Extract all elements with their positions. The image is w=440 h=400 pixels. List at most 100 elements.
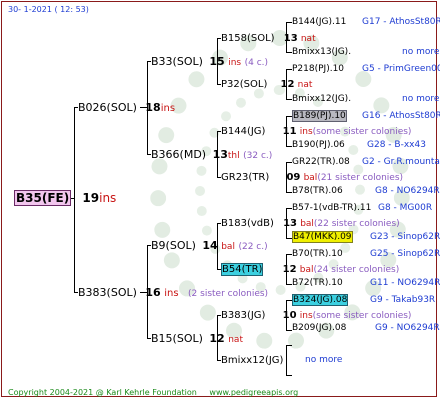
gen3-node[interactable]: Bmixx12(JG) bbox=[221, 354, 283, 367]
node-name[interactable]: B78(TR).06 bbox=[292, 186, 343, 196]
gen3-node[interactable]: P32(SOL) 12 nat bbox=[221, 78, 312, 92]
node-mark: bal bbox=[299, 265, 314, 275]
node-name[interactable]: B209(JG).08 bbox=[292, 323, 346, 333]
node-mark: ins bbox=[299, 127, 313, 137]
gen1-node[interactable]: B383(SOL) 16 ins (2 sister colonies) bbox=[78, 286, 268, 301]
node-name[interactable]: Bmixx12(JG). bbox=[292, 94, 351, 104]
end-note: no more bbox=[305, 355, 343, 365]
gen4-info[interactable]: G9 - NO6294R bbox=[375, 322, 440, 335]
node-name[interactable]: B54(TR) bbox=[221, 263, 264, 276]
gen3-node[interactable]: B144(JG) 11 ins(some sister colonies) bbox=[221, 125, 411, 139]
node-name[interactable]: Bmixx12(JG) bbox=[221, 355, 283, 366]
gen4-info[interactable]: G8 - NO6294R bbox=[375, 185, 440, 198]
node-gen: 13 bbox=[283, 218, 297, 229]
node-note: (4 c.) bbox=[244, 58, 269, 68]
node-name[interactable]: P218(PJ).10 bbox=[292, 64, 344, 74]
node-note: (24 sister colonies) bbox=[313, 265, 400, 275]
node-gen: 12 bbox=[282, 264, 297, 275]
node-name[interactable]: B57-1(vdB-TR).11 bbox=[292, 203, 371, 213]
node-gen: 12 bbox=[280, 79, 295, 90]
gen4-node[interactable]: P218(PJ).10 bbox=[292, 63, 344, 76]
gen4-info[interactable]: G9 - Takab93R bbox=[370, 294, 435, 307]
root-name[interactable]: B35(FE) bbox=[14, 190, 72, 206]
node-name[interactable]: B15(SOL) bbox=[151, 332, 203, 345]
gen4-node[interactable]: GR22(TR).08 bbox=[292, 156, 350, 169]
gen4-node[interactable]: B72(TR).10 bbox=[292, 277, 343, 290]
gen2-node[interactable]: B33(SOL) 15 ins (4 c.) bbox=[151, 55, 268, 70]
node-mark: nat bbox=[228, 335, 243, 345]
gen4-info[interactable]: G25 - Sinop62R bbox=[370, 248, 440, 261]
gen4-info: no more bbox=[402, 47, 440, 57]
gen3-node[interactable]: B158(SOL) 13 nat bbox=[221, 32, 316, 46]
node-name[interactable]: B190(PJ).06 bbox=[292, 140, 345, 150]
node-note: (32 c.) bbox=[243, 151, 273, 161]
footer-copyright: Copyright 2004-2021 @ Karl Kehrle Founda… bbox=[8, 388, 197, 397]
node-mark: bal bbox=[303, 173, 318, 183]
node-name[interactable]: B47(MKK).09 bbox=[292, 231, 353, 243]
gen3-node[interactable]: B383(JG) 10 ins(some sister colonies) bbox=[221, 309, 411, 323]
node-name[interactable]: GR23(TR) bbox=[221, 172, 269, 183]
node-name[interactable]: B366(MD) bbox=[151, 148, 206, 161]
gen4-info[interactable]: G16 - AthosSt80R bbox=[362, 110, 440, 123]
gen2-node[interactable]: B9(SOL) 14 bal (22 c.) bbox=[151, 239, 268, 254]
gen3-node[interactable]: B183(vdB) 13 bal(22 sister colonies) bbox=[221, 217, 400, 231]
node-note: (some sister colonies) bbox=[312, 311, 412, 321]
gen4-node[interactable]: B324(JG).08 bbox=[292, 294, 349, 307]
node-name[interactable]: B70(TR).10 bbox=[292, 249, 343, 259]
gen4-info[interactable]: G11 - NO6294R bbox=[370, 277, 440, 290]
node-name[interactable]: B158(SOL) bbox=[221, 33, 275, 44]
gen4-node[interactable]: B57-1(vdB-TR).11 bbox=[292, 202, 371, 215]
gen4-info[interactable]: G28 - B-xx43 bbox=[367, 139, 426, 152]
node-mark: bal bbox=[300, 219, 314, 229]
node-gen: 14 bbox=[202, 239, 218, 252]
timestamp: 30- 1-2021 ( 12: 53) bbox=[8, 5, 89, 14]
node-name[interactable]: B183(vdB) bbox=[221, 218, 274, 229]
gen1-node[interactable]: B026(SOL) 18ins bbox=[78, 101, 175, 115]
gen4-node[interactable]: B190(PJ).06 bbox=[292, 139, 345, 152]
footer: Copyright 2004-2021 @ Karl Kehrle Founda… bbox=[8, 386, 298, 399]
gen4-info[interactable]: G23 - Sinop62R bbox=[370, 231, 440, 244]
gen4-node[interactable]: B70(TR).10 bbox=[292, 248, 343, 261]
gen4-node[interactable]: B209(JG).08 bbox=[292, 322, 346, 335]
node-name[interactable]: B324(JG).08 bbox=[292, 294, 349, 306]
gen4-node[interactable]: Bmixx13(JG). bbox=[292, 46, 351, 59]
node-gen: 16 bbox=[145, 286, 161, 299]
gen4-node[interactable]: B144(JG).11 bbox=[292, 16, 346, 29]
node-name[interactable]: B144(JG).11 bbox=[292, 17, 346, 27]
node-name[interactable]: B026(SOL) bbox=[78, 101, 137, 114]
gen4-info[interactable]: G8 - MG00R bbox=[378, 202, 432, 215]
node-name[interactable]: B33(SOL) bbox=[151, 55, 203, 68]
gen4-info[interactable]: G17 - AthosSt80R bbox=[362, 16, 440, 29]
gen2-node[interactable]: B366(MD) 13thl (32 c.) bbox=[151, 148, 272, 163]
node-name[interactable]: B383(SOL) bbox=[78, 286, 137, 299]
node-mark: thl bbox=[227, 151, 240, 161]
gen3-node[interactable]: B54(TR) 12 bal(24 sister colonies) bbox=[221, 263, 399, 277]
node-name[interactable]: B144(JG) bbox=[221, 126, 265, 137]
gen4-info[interactable]: G5 - PrimGreen00 bbox=[362, 63, 440, 76]
gen4-node[interactable]: B189(PJ).10 bbox=[292, 110, 347, 123]
node-note: (22 c.) bbox=[238, 242, 268, 252]
node-mark: ins bbox=[299, 311, 313, 321]
node-mark: nat bbox=[300, 34, 316, 44]
node-name[interactable]: B383(JG) bbox=[221, 310, 265, 321]
node-gen: 15 bbox=[209, 55, 225, 68]
node-name[interactable]: Bmixx13(JG). bbox=[292, 47, 351, 57]
node-name[interactable]: B9(SOL) bbox=[151, 239, 196, 252]
gen4-info[interactable]: G2 - Gr.R.mounta bbox=[362, 156, 440, 169]
root-mark: ins bbox=[99, 191, 117, 205]
footer-url-link[interactable]: www.pedigreeapis.org bbox=[209, 388, 298, 397]
gen2-node[interactable]: B15(SOL) 12 nat bbox=[151, 332, 243, 347]
root-node[interactable]: B35(FE) 19ins bbox=[14, 190, 117, 206]
node-gen: 13 bbox=[283, 33, 298, 44]
gen4-node[interactable]: Bmixx12(JG). bbox=[292, 93, 351, 106]
node-name[interactable]: B189(PJ).10 bbox=[292, 110, 347, 122]
gen3-node[interactable]: GR23(TR) 09 bal(21 sister colonies) bbox=[221, 171, 403, 185]
node-mark: bal bbox=[221, 242, 235, 252]
node-note: (2 sister colonies) bbox=[188, 289, 269, 299]
gen4-node[interactable]: B78(TR).06 bbox=[292, 185, 343, 198]
gen4-node[interactable]: B47(MKK).09 bbox=[292, 231, 353, 244]
node-name[interactable]: P32(SOL) bbox=[221, 79, 267, 90]
node-mark: ins bbox=[160, 103, 176, 114]
node-name[interactable]: B72(TR).10 bbox=[292, 278, 343, 288]
node-name[interactable]: GR22(TR).08 bbox=[292, 157, 350, 167]
